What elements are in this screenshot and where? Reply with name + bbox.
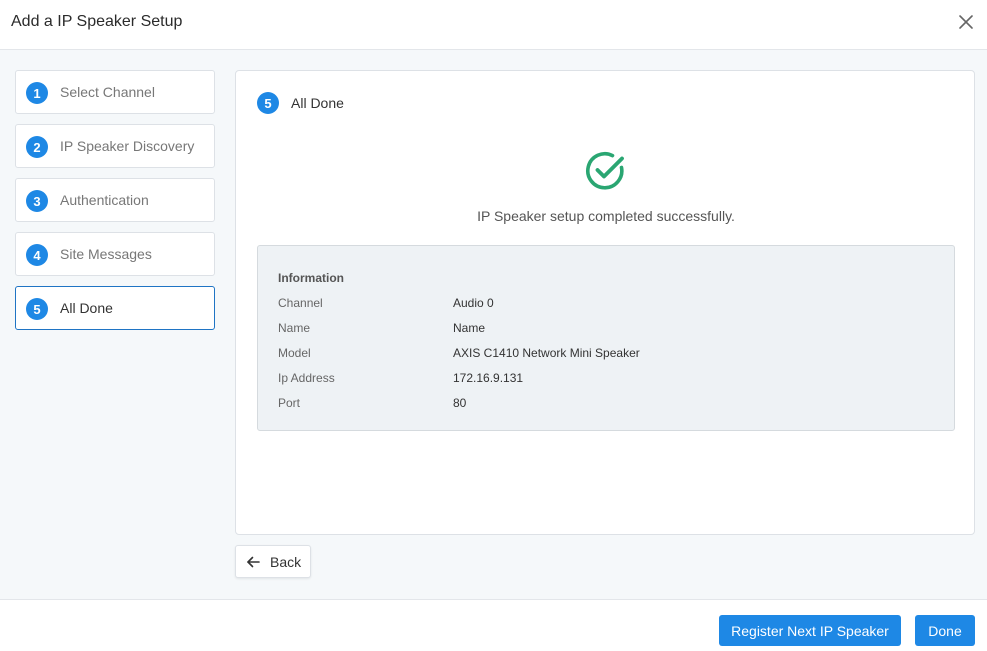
info-label-port: Port: [278, 396, 301, 410]
dialog-header: Add a IP Speaker Setup: [0, 0, 987, 50]
info-label-channel: Channel: [278, 296, 323, 310]
info-label-ip-address: Ip Address: [278, 371, 335, 385]
step-label: Site Messages: [60, 246, 152, 262]
dialog-body: 1 Select Channel 2 IP Speaker Discovery …: [0, 50, 987, 599]
info-value-channel: Audio 0: [453, 296, 494, 310]
step-number-badge: 5: [26, 298, 48, 320]
step-label: Select Channel: [60, 84, 155, 100]
close-icon[interactable]: [955, 11, 977, 33]
step-all-done[interactable]: 5 All Done: [15, 286, 215, 330]
step-ip-speaker-discovery[interactable]: 2 IP Speaker Discovery: [15, 124, 215, 168]
done-button[interactable]: Done: [915, 615, 975, 646]
step-site-messages[interactable]: 4 Site Messages: [15, 232, 215, 276]
info-value-ip-address: 172.16.9.131: [453, 371, 524, 385]
all-done-panel: 5 All Done IP Speaker setup completed su…: [235, 70, 975, 535]
info-value-port: 80: [453, 396, 467, 410]
dialog-title: Add a IP Speaker Setup: [11, 13, 183, 30]
info-label-model: Model: [278, 346, 311, 360]
panel-title: All Done: [291, 95, 344, 111]
arrow-left-icon: [246, 555, 260, 569]
back-button[interactable]: Back: [235, 545, 311, 578]
info-value-model: AXIS C1410 Network Mini Speaker: [453, 346, 640, 360]
step-label: Authentication: [60, 192, 149, 208]
step-select-channel[interactable]: 1 Select Channel: [15, 70, 215, 114]
info-label-name: Name: [278, 321, 311, 335]
check-circle-icon: [585, 150, 627, 192]
step-label: All Done: [60, 300, 113, 316]
success-message: IP Speaker setup completed successfully.: [477, 208, 735, 224]
step-number-badge: 2: [26, 136, 48, 158]
step-number-badge: 1: [26, 82, 48, 104]
step-authentication[interactable]: 3 Authentication: [15, 178, 215, 222]
back-button-label: Back: [270, 554, 302, 570]
step-number-badge: 3: [26, 190, 48, 212]
information-heading: Information: [278, 271, 344, 285]
step-label: IP Speaker Discovery: [60, 138, 195, 154]
register-next-ip-speaker-button[interactable]: Register Next IP Speaker: [719, 615, 901, 646]
info-value-name: Name: [453, 321, 486, 335]
step-number-badge: 4: [26, 244, 48, 266]
information-box: Information Channel Audio 0 Name Name Mo…: [257, 245, 955, 431]
dialog-footer: Register Next IP Speaker Done: [0, 599, 987, 651]
panel-step-number: 5: [257, 92, 279, 114]
